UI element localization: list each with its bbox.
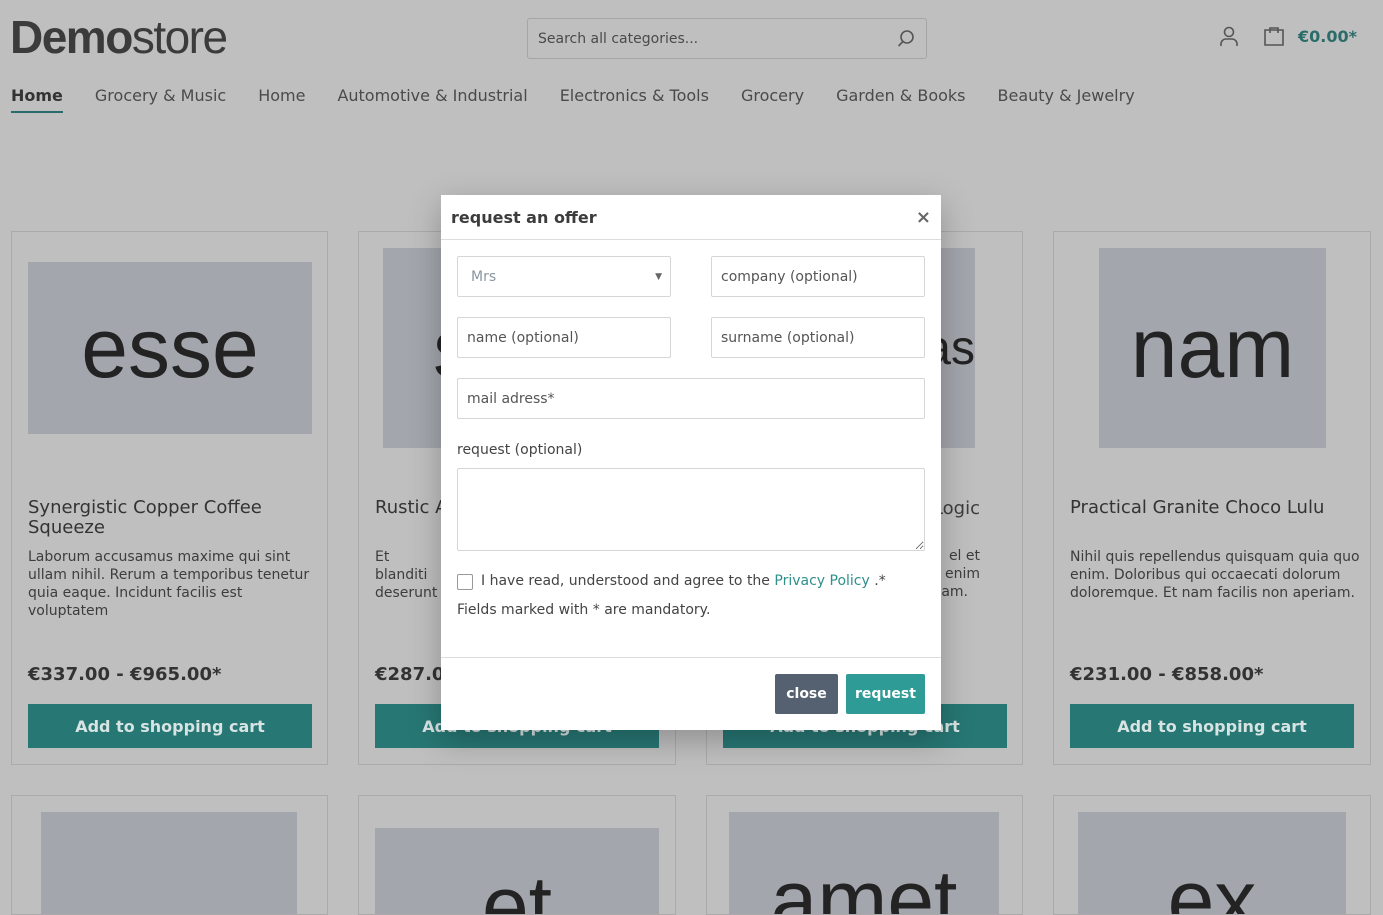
modal-title: request an offer <box>451 207 597 227</box>
cart-total[interactable]: €0.00* <box>1298 27 1357 46</box>
product-price: €337.00 - €965.00* <box>28 664 222 685</box>
product-image[interactable]: nam <box>1099 248 1326 448</box>
product-image[interactable] <box>41 812 297 914</box>
nav-item[interactable]: Automotive & Industrial <box>337 86 527 113</box>
nav-item[interactable]: Home <box>11 86 63 113</box>
product-description: enim <box>944 566 980 582</box>
product-description: Laborum accusamus maxime qui sint ullam … <box>28 549 310 619</box>
close-icon[interactable]: × <box>916 207 931 228</box>
request-textarea[interactable] <box>457 468 925 551</box>
nav-item[interactable]: Garden & Books <box>836 86 965 113</box>
nav-item[interactable]: Grocery & Music <box>95 86 226 113</box>
request-offer-modal: request an offer × Mrs▼ request (optiona… <box>441 195 941 730</box>
request-button[interactable]: request <box>846 674 925 714</box>
main-nav: Home Grocery & Music Home Automotive & I… <box>11 86 1135 113</box>
product-image[interactable]: ex <box>1078 812 1346 914</box>
product-title[interactable]: Synergistic Copper Coffee Squeeze <box>28 498 318 538</box>
account-icon[interactable] <box>1218 25 1240 47</box>
product-card: ex <box>1053 795 1371 915</box>
product-image[interactable]: esse <box>28 262 312 434</box>
nav-item[interactable]: Electronics & Tools <box>560 86 709 113</box>
email-field[interactable] <box>457 378 925 419</box>
search-bar <box>527 18 927 59</box>
modal-footer-divider <box>441 657 941 658</box>
product-description: lam. <box>937 584 968 600</box>
chevron-down-icon: ▼ <box>655 271 662 282</box>
close-button[interactable]: close <box>775 674 838 714</box>
product-card: et <box>358 795 676 915</box>
cart-icon[interactable] <box>1262 24 1286 48</box>
add-to-cart-button[interactable]: Add to shopping cart <box>1070 704 1354 748</box>
product-description: el et <box>948 548 980 564</box>
mandatory-note: Fields marked with * are mandatory. <box>457 602 711 618</box>
product-image[interactable]: amet <box>729 812 999 914</box>
search-icon[interactable] <box>896 29 916 49</box>
privacy-policy-link[interactable]: Privacy Policy <box>774 573 869 589</box>
privacy-checkbox[interactable] <box>457 574 473 590</box>
product-card: esse Synergistic Copper Coffee Squeeze L… <box>11 231 328 765</box>
product-description: Et blanditi deserunt <box>375 549 438 601</box>
product-card: nam Practical Granite Choco Lulu Nihil q… <box>1053 231 1371 765</box>
product-card: amet <box>706 795 1023 915</box>
nav-item[interactable]: Grocery <box>741 86 804 113</box>
request-label: request (optional) <box>457 442 583 458</box>
logo[interactable]: Demostore <box>10 10 228 64</box>
privacy-agree-text: I have read, understood and agree to the… <box>481 573 886 589</box>
name-field[interactable] <box>457 317 671 358</box>
product-price: €231.00 - €858.00* <box>1070 664 1264 685</box>
product-title[interactable]: Practical Granite Choco Lulu <box>1070 498 1360 518</box>
product-card <box>11 795 328 915</box>
company-field[interactable] <box>711 256 925 297</box>
nav-item[interactable]: Beauty & Jewelry <box>998 86 1135 113</box>
add-to-cart-button[interactable]: Add to shopping cart <box>28 704 312 748</box>
search-input[interactable] <box>538 30 896 47</box>
salutation-select[interactable]: Mrs ▼ <box>457 256 671 297</box>
surname-field[interactable] <box>711 317 925 358</box>
nav-item[interactable]: Home <box>258 86 305 113</box>
product-description: Nihil quis repellendus quisquam quia quo… <box>1070 549 1360 601</box>
